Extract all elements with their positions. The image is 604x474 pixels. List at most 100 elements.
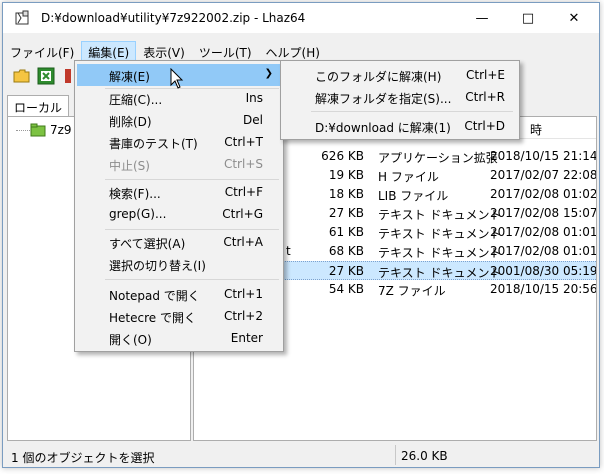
edit-menu-dropdown: 解凍(E) ❯ 圧縮(C)... Ins 削除(D) Del 書庫のテスト(T) Ctrl+T… (74, 60, 284, 352)
menu-item-label: 解凍(E) (109, 70, 150, 84)
menu-item-label: 中止(S) (109, 159, 150, 173)
extract-icon[interactable] (37, 67, 55, 85)
menu-item-shortcut: Ctrl+F (224, 185, 263, 199)
cell-date: 2017/02/08 01:01 (490, 244, 597, 258)
menu-file[interactable]: ファイル(F) (3, 41, 81, 61)
menu-tools[interactable]: ツール(T) (192, 41, 259, 61)
archive-app-icon (15, 10, 29, 25)
search-menu-item[interactable]: 検索(F)... Ctrl+F (77, 181, 281, 203)
select-all-menu-item[interactable]: すべて選択(A) Ctrl+A (77, 231, 281, 253)
menu-separator (311, 111, 513, 112)
window-title: D:¥download¥utility¥7z922002.zip - Lhaz6… (41, 11, 306, 25)
menu-bar: ファイル(F) 編集(E) 表示(V) ツール(T) ヘルプ(H) (3, 41, 599, 61)
cell-date: 2017/02/08 15:07 (490, 206, 597, 220)
cell-size: 61 KB (328, 225, 364, 239)
extract-submenu: このフォルダに解凍(H) Ctrl+E 解凍フォルダを指定(S)... Ctrl+R D… (280, 60, 520, 140)
menu-item-label: 削除(D) (109, 115, 152, 129)
menu-item-shortcut: Ctrl+G (222, 207, 263, 221)
minimize-icon: — (475, 10, 489, 26)
menu-item-label: このフォルダに解凍(H) (315, 70, 442, 84)
cell-size: 626 KB (321, 149, 364, 163)
title-bar: D:¥download¥utility¥7z922002.zip - Lhaz6… (3, 3, 599, 33)
menu-item-label: 解凍フォルダを指定(S)... (315, 92, 452, 106)
cell-type: 7Z ファイル (378, 284, 446, 298)
tab-local[interactable]: ローカル (7, 95, 69, 117)
menu-item-shortcut: Ctrl+T (224, 135, 263, 149)
close-icon: ✕ (568, 10, 580, 26)
menu-item-label: 圧縮(C)... (109, 93, 163, 107)
extract-here-menu-item[interactable]: このフォルダに解凍(H) Ctrl+E (283, 64, 517, 86)
cell-type: テキスト ドキュメント (378, 208, 502, 222)
menu-item-shortcut: Del (243, 113, 263, 127)
open-menu-item[interactable]: 開く(O) Enter (77, 327, 281, 349)
menu-separator (105, 279, 279, 280)
cell-date: 2017/02/07 22:08 (490, 168, 597, 182)
cell-type: テキスト ドキュメント (378, 246, 502, 260)
menu-item-shortcut: Ctrl+A (223, 235, 263, 249)
cell-date: 2017/02/08 01:01 (490, 225, 597, 239)
status-selection: 1 個のオブジェクトを選択 (11, 451, 155, 465)
cell-type: テキスト ドキュメント (378, 266, 502, 280)
cell-size: 18 KB (328, 187, 364, 201)
menu-item-shortcut: Enter (230, 331, 263, 345)
cell-size: 27 KB (328, 264, 364, 278)
open-hetecre-menu-item[interactable]: Hetecre で開く Ctrl+2 (77, 305, 281, 327)
cell-date: 2001/08/30 05:19 (490, 264, 597, 278)
menu-item-label: Notepad で開く (109, 289, 200, 303)
open-folder-icon[interactable] (13, 67, 31, 85)
compress-menu-item[interactable]: 圧縮(C)... Ins (77, 87, 281, 109)
cell-size: 27 KB (328, 206, 364, 220)
invert-selection-menu-item[interactable]: 選択の切り替え(I) (77, 253, 281, 275)
menu-item-shortcut: Ins (245, 91, 263, 105)
open-notepad-menu-item[interactable]: Notepad で開く Ctrl+1 (77, 283, 281, 305)
test-archive-menu-item[interactable]: 書庫のテスト(T) Ctrl+T (77, 131, 281, 153)
maximize-icon: □ (521, 10, 535, 26)
delete-menu-item[interactable]: 削除(D) Del (77, 109, 281, 131)
menu-item-label: 検索(F)... (109, 187, 161, 201)
extract-to-folder-menu-item[interactable]: 解凍フォルダを指定(S)... Ctrl+R (283, 86, 517, 108)
menu-separator (105, 229, 279, 230)
menu-item-shortcut: Ctrl+D (464, 119, 505, 133)
status-size: 26.0 KB (401, 449, 448, 463)
cell-size: 68 KB (328, 244, 364, 258)
menu-item-label: すべて選択(A) (109, 237, 186, 251)
cell-size: 54 KB (328, 282, 364, 296)
tree-connector (16, 130, 30, 131)
menu-item-shortcut: Ctrl+S (223, 157, 263, 171)
menu-item-label: grep(G)... (109, 207, 167, 221)
status-separator (395, 445, 396, 465)
cell-name: t (286, 244, 291, 258)
minimize-button[interactable]: — (459, 3, 505, 33)
submenu-arrow-icon: ❯ (264, 68, 273, 79)
cell-type: H ファイル (378, 170, 439, 184)
maximize-button[interactable]: □ (505, 3, 551, 33)
cell-date: 2018/10/15 21:14 (490, 149, 597, 163)
cell-size: 19 KB (328, 168, 364, 182)
tree-root-node[interactable]: 7z9 (30, 123, 72, 137)
menu-item-shortcut: Ctrl+2 (223, 309, 263, 323)
close-button[interactable]: ✕ (551, 3, 597, 33)
menu-item-label: Hetecre で開く (109, 311, 196, 325)
mouse-cursor-icon (170, 68, 184, 89)
cell-date: 2017/02/08 01:02 (490, 187, 597, 201)
menu-view[interactable]: 表示(V) (136, 41, 192, 61)
archive-folder-icon (30, 123, 46, 137)
cell-type: アプリケーション拡張 (378, 151, 498, 165)
menu-item-label: 開く(O) (109, 333, 152, 347)
menu-item-label: 書庫のテスト(T) (109, 137, 198, 151)
cell-type: テキスト ドキュメント (378, 227, 502, 241)
menu-item-shortcut: Ctrl+1 (223, 287, 263, 301)
menu-help[interactable]: ヘルプ(H) (259, 41, 327, 61)
tree-root-label: 7z9 (50, 123, 72, 137)
cell-type: LIB ファイル (378, 189, 449, 203)
cell-date: 2018/10/15 20:56 (490, 282, 597, 296)
menu-item-shortcut: Ctrl+R (465, 90, 505, 104)
menu-edit[interactable]: 編集(E) (81, 41, 137, 61)
menu-separator (105, 179, 279, 180)
status-bar: 1 個のオブジェクトを選択 26.0 KB (3, 443, 599, 467)
menu-item-shortcut: Ctrl+E (466, 68, 505, 82)
header-date[interactable]: 時 (530, 121, 542, 138)
extract-to-download-menu-item[interactable]: D:¥download に解凍(1) Ctrl+D (283, 115, 517, 137)
cancel-menu-item: 中止(S) Ctrl+S (77, 153, 281, 175)
grep-menu-item[interactable]: grep(G)... Ctrl+G (77, 203, 281, 225)
